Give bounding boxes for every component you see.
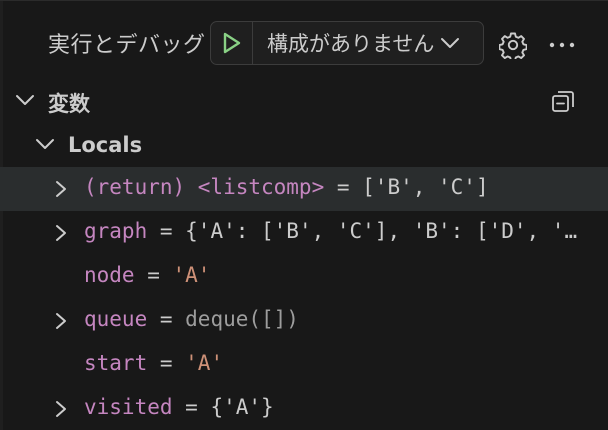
variable-value: {'A'} xyxy=(210,395,274,419)
variable-name: graph xyxy=(84,219,148,243)
collapse-all-icon xyxy=(552,91,574,112)
chevron-right-icon xyxy=(52,223,70,248)
equals-sign: = xyxy=(172,395,211,419)
variable-name: visited xyxy=(84,395,173,419)
variables-section-title: 変数 xyxy=(48,92,90,116)
settings-button[interactable] xyxy=(497,29,529,61)
variable-row[interactable]: queue = deque([]) xyxy=(0,299,608,343)
variable-text: start = 'A' xyxy=(84,351,602,375)
variable-text: (return) <listcomp> = ['B', 'C'] xyxy=(84,175,602,199)
play-icon xyxy=(223,32,240,54)
variables-section-header[interactable]: 変数 xyxy=(0,81,608,121)
variable-name: (return) <listcomp> xyxy=(84,175,325,199)
variable-name: start xyxy=(84,351,148,375)
variable-value: deque([]) xyxy=(185,307,299,331)
chevron-down-icon xyxy=(14,91,36,113)
chevron-right-icon xyxy=(52,399,70,424)
equals-sign: = xyxy=(147,307,186,331)
chevron-right-icon xyxy=(52,311,70,336)
ellipsis-icon xyxy=(549,42,575,48)
start-debugging-button[interactable] xyxy=(211,22,253,64)
variable-row[interactable]: visited = {'A'} xyxy=(0,387,608,430)
gear-icon xyxy=(499,32,527,59)
chevron-right-icon xyxy=(52,179,70,204)
collapse-all-button[interactable] xyxy=(547,85,579,117)
variable-text: visited = {'A'} xyxy=(84,395,602,419)
equals-sign: = xyxy=(324,175,363,199)
variable-value: ['B', 'C'] xyxy=(362,175,489,199)
variable-value: 'A' xyxy=(172,263,211,287)
launch-config-group: 構成がありません xyxy=(210,21,484,65)
equals-sign: = xyxy=(147,351,186,375)
equals-sign: = xyxy=(134,263,173,287)
view-title: 実行とデバッグ xyxy=(48,33,206,58)
debug-header: 実行とデバッグ 構成がありません xyxy=(0,1,608,85)
variable-name: queue xyxy=(84,307,148,331)
more-actions-button[interactable] xyxy=(546,29,578,61)
variable-row[interactable]: node = 'A' xyxy=(0,255,608,299)
variable-row[interactable]: start = 'A' xyxy=(0,343,608,387)
chevron-down-icon xyxy=(440,36,460,50)
variable-name: node xyxy=(84,263,135,287)
launch-config-dropdown[interactable]: 構成がありません xyxy=(253,22,483,64)
variable-value: 'A' xyxy=(185,351,224,375)
equals-sign: = xyxy=(147,219,186,243)
variable-row[interactable]: graph = {'A': ['B', 'C'], 'B': ['D', '… xyxy=(0,211,608,255)
variable-text: queue = deque([]) xyxy=(84,307,602,331)
scope-locals[interactable]: Locals xyxy=(0,125,608,165)
variable-row[interactable]: (return) <listcomp> = ['B', 'C'] xyxy=(0,167,608,211)
config-label: 構成がありません xyxy=(267,32,435,56)
scope-label: Locals xyxy=(68,133,143,157)
variable-text: graph = {'A': ['B', 'C'], 'B': ['D', '… xyxy=(84,219,602,243)
variable-value: {'A': ['B', 'C'], 'B': ['D', '… xyxy=(185,219,578,243)
variable-text: node = 'A' xyxy=(84,263,602,287)
chevron-down-icon xyxy=(34,135,56,157)
debug-sidebar: 実行とデバッグ 構成がありません 変数 Locals (return) <lis… xyxy=(0,0,608,430)
